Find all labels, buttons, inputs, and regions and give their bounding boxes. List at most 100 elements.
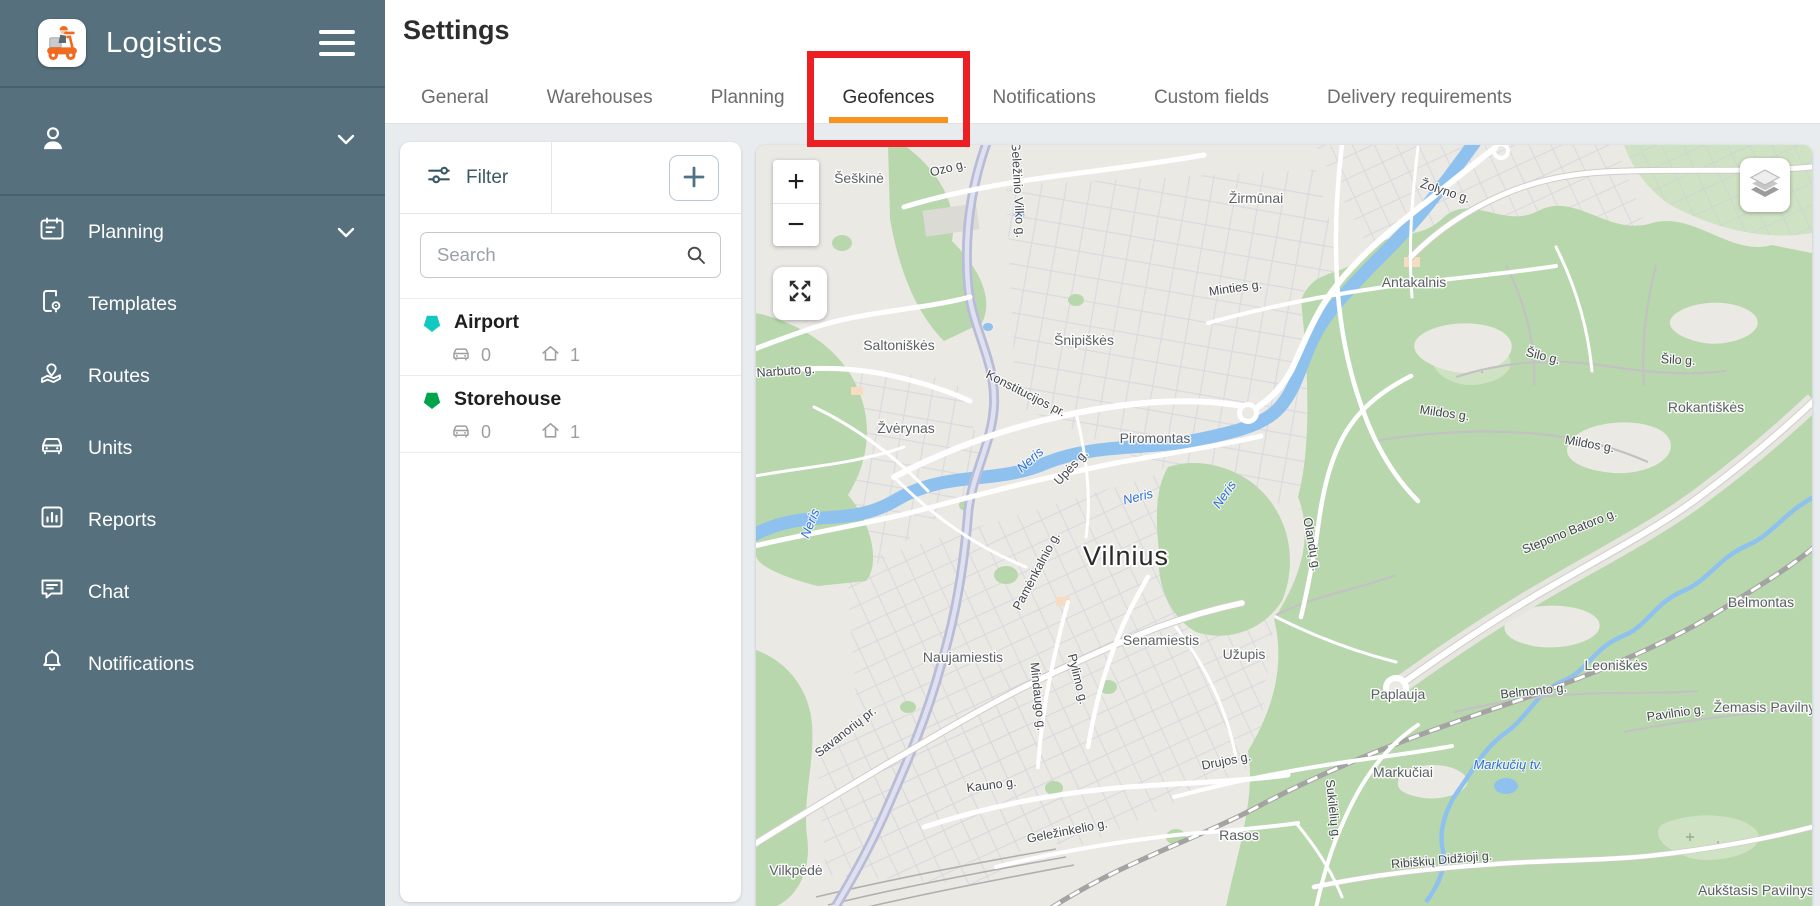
geofence-list: Airport: [400, 299, 741, 453]
geofences-panel: Filter: [400, 142, 741, 902]
person-icon: [38, 124, 68, 159]
main-area: Settings General Warehouses Planning Geo…: [385, 0, 1820, 906]
hamburger-icon[interactable]: [319, 27, 355, 59]
chevron-down-icon: [337, 132, 355, 150]
map-label: Antakalnis: [1382, 274, 1447, 290]
home-icon: [540, 343, 561, 369]
vehicle-icon: [38, 431, 66, 465]
map-label: Rasos: [1219, 827, 1259, 843]
map-label: Šnipiškės: [1054, 332, 1114, 348]
sidebar-item-label: Units: [88, 437, 355, 460]
map-zoom-controls: + −: [773, 160, 819, 246]
chevron-down-icon: [337, 221, 355, 244]
user-menu[interactable]: [0, 86, 385, 196]
map-label: Belmontas: [1728, 594, 1794, 610]
pentagon-icon: [422, 313, 442, 333]
tab-planning[interactable]: Planning: [711, 73, 785, 123]
sidebar-item-routes[interactable]: Routes: [0, 340, 385, 412]
app-title: Logistics: [106, 27, 299, 60]
geofence-name: Airport: [454, 311, 519, 334]
home-icon: [540, 420, 561, 446]
map-label: Rokantiškės: [1668, 399, 1744, 415]
map-label: Paplauja: [1371, 686, 1426, 702]
tab-bar: General Warehouses Planning Geofences No…: [421, 73, 1512, 123]
map-label: Žemasis Pavilnys: [1714, 699, 1812, 715]
tab-label: Custom fields: [1154, 87, 1269, 109]
bar-chart-icon: [38, 503, 66, 537]
search-icon: [685, 244, 707, 271]
bell-icon: [38, 647, 66, 681]
sidebar: Logistics Planning: [0, 0, 385, 906]
map-label: Naujamiestis: [923, 649, 1003, 665]
vehicle-icon: [450, 342, 472, 369]
content: Filter: [385, 124, 1820, 906]
zoom-out-button[interactable]: −: [773, 203, 819, 246]
tab-label: Warehouses: [547, 87, 653, 109]
map[interactable]: Vilnius Šeškinė Žirmūnai Antakalnis Saltoniš…: [756, 145, 1812, 906]
units-count: 0: [481, 345, 491, 366]
document-pin-icon: [38, 287, 66, 321]
tab-geofences[interactable]: Geofences: [843, 73, 935, 123]
map-label: Leoniškės: [1584, 657, 1647, 673]
tab-warehouses[interactable]: Warehouses: [547, 73, 653, 123]
search-section: [400, 214, 741, 299]
map-label: Senamiestis: [1123, 632, 1199, 648]
warehouses-count: 1: [570, 422, 580, 443]
sidebar-item-label: Routes: [88, 365, 355, 388]
tab-label: General: [421, 87, 489, 109]
sidebar-item-label: Reports: [88, 509, 355, 532]
pentagon-icon: [422, 390, 442, 410]
tab-delivery-requirements[interactable]: Delivery requirements: [1327, 73, 1512, 123]
sidebar-item-reports[interactable]: Reports: [0, 484, 385, 556]
sliders-icon: [426, 162, 452, 194]
geofence-item-airport[interactable]: Airport: [400, 299, 741, 376]
logo-row: Logistics: [0, 0, 385, 86]
map-label: Žvėrynas: [877, 420, 935, 436]
geofence-name: Storehouse: [454, 388, 561, 411]
tab-label: Geofences: [843, 87, 935, 109]
fullscreen-button[interactable]: [773, 267, 827, 320]
tab-label: Notifications: [992, 87, 1096, 109]
plus-icon: [681, 164, 707, 193]
zoom-in-button[interactable]: +: [773, 160, 819, 203]
app-logo-icon: [38, 19, 86, 67]
map-label: Markučių tv.: [1473, 757, 1542, 772]
tab-general[interactable]: General: [421, 73, 489, 123]
sidebar-item-planning[interactable]: Planning: [0, 196, 385, 268]
tab-label: Delivery requirements: [1327, 87, 1512, 109]
layers-button[interactable]: [1740, 158, 1790, 212]
sidebar-item-notifications[interactable]: Notifications: [0, 628, 385, 700]
tab-label: Planning: [711, 87, 785, 109]
add-geofence-button[interactable]: [669, 155, 719, 201]
map-canvas[interactable]: Vilnius Šeškinė Žirmūnai Antakalnis Saltoniš…: [756, 145, 1812, 906]
map-label: Šeškinė: [834, 170, 884, 186]
app-root: Logistics Planning: [0, 0, 1820, 906]
units-count: 0: [481, 422, 491, 443]
map-label: Piromontas: [1120, 430, 1191, 446]
sidebar-item-chat[interactable]: Chat: [0, 556, 385, 628]
filter-button[interactable]: Filter: [400, 142, 552, 213]
map-pin-icon: [38, 359, 66, 393]
tab-notifications[interactable]: Notifications: [992, 73, 1096, 123]
map-label: Vilkpėdė: [769, 862, 823, 878]
chat-icon: [38, 575, 66, 609]
sidebar-item-label: Templates: [88, 293, 355, 316]
sidebar-nav: Planning Templates: [0, 196, 385, 700]
layers-icon: [1745, 163, 1785, 208]
sidebar-item-templates[interactable]: Templates: [0, 268, 385, 340]
vehicle-icon: [450, 419, 472, 446]
map-label: Saltoniškės: [863, 337, 935, 353]
page-title: Settings: [403, 15, 510, 46]
sidebar-item-units[interactable]: Units: [0, 412, 385, 484]
map-label: Vilnius: [1083, 541, 1169, 571]
map-label: Žirmūnai: [1229, 190, 1283, 206]
map-label: Užupis: [1223, 646, 1266, 662]
map-label: Šilo g.: [1660, 351, 1695, 368]
sidebar-item-label: Planning: [88, 221, 315, 244]
filter-label: Filter: [466, 167, 508, 189]
search-input[interactable]: [420, 232, 721, 278]
tab-custom-fields[interactable]: Custom fields: [1154, 73, 1269, 123]
map-label: Aukštasis Pavilnys: [1698, 882, 1812, 898]
geofence-item-storehouse[interactable]: Storehouse: [400, 376, 741, 453]
expand-icon: [786, 277, 814, 310]
